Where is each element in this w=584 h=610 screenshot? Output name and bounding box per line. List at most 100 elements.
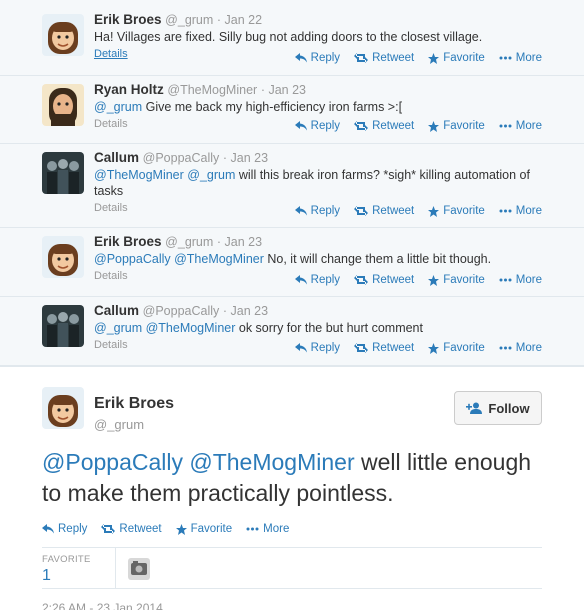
star-icon <box>428 52 440 64</box>
retweet-button[interactable]: Retweet <box>101 523 162 535</box>
retweet-button[interactable]: Retweet <box>354 52 414 64</box>
tweet-date[interactable]: · Jan 23 <box>217 235 262 249</box>
reply-button[interactable]: Reply <box>294 342 340 354</box>
reply-icon <box>294 121 307 131</box>
mention-link[interactable]: @TheMogMiner @_grum <box>94 168 235 182</box>
retweet-icon <box>354 121 369 131</box>
tweet-timestamp[interactable]: 2:26 AM - 23 Jan 2014 <box>42 601 163 610</box>
reply-button[interactable]: Reply <box>294 274 340 286</box>
retweet-icon <box>354 206 369 216</box>
tweet-text: Ha! Villages are fixed. Silly bug not ad… <box>94 30 483 44</box>
author-name[interactable]: Ryan Holtz <box>94 82 164 97</box>
favorite-button[interactable]: Favorite <box>428 52 485 64</box>
more-dots-icon <box>499 124 512 128</box>
avatar[interactable] <box>42 305 84 347</box>
author-name[interactable]: Callum <box>94 303 139 318</box>
tweet-text: @_grum Give me back my high-efficiency i… <box>94 100 403 114</box>
thread-tweet[interactable]: Callum @PoppaCally · Jan 23 @_grum @TheM… <box>0 297 584 366</box>
tweet-actions: Reply Retweet Favorite More <box>294 342 542 354</box>
tweet-text: @TheMogMiner @_grum will this break iron… <box>94 168 530 198</box>
more-button[interactable]: More <box>499 52 542 64</box>
avatar[interactable] <box>42 152 84 194</box>
more-button[interactable]: More <box>246 523 289 535</box>
reply-icon <box>42 524 54 534</box>
retweet-icon <box>354 275 369 285</box>
reply-button[interactable]: Reply <box>294 205 340 217</box>
tweet-date[interactable]: · Jan 23 <box>261 83 306 97</box>
tweet-actions: Reply Retweet Favorite More <box>294 120 542 132</box>
favorite-stat[interactable]: FAVORITE 1 <box>42 548 116 588</box>
retweet-button[interactable]: Retweet <box>354 342 414 354</box>
tweet-text: @_grum @TheMogMiner ok sorry for the but… <box>94 321 423 335</box>
thread-tweet[interactable]: Erik Broes @_grum · Jan 23 @PoppaCally @… <box>0 228 584 297</box>
star-icon <box>428 120 440 132</box>
tweet-actions: Reply Retweet Favorite More <box>294 205 542 217</box>
tweet-text: @PoppaCally @TheMogMiner No, it will cha… <box>94 252 492 266</box>
tweet-date[interactable]: · Jan 23 <box>223 151 268 165</box>
thread-tweet[interactable]: Ryan Holtz @TheMogMiner · Jan 23 @_grum … <box>0 76 584 144</box>
more-dots-icon <box>499 346 512 350</box>
avatar[interactable] <box>42 14 84 56</box>
mention-link[interactable]: @PoppaCally @TheMogMiner <box>42 449 355 475</box>
more-dots-icon <box>499 209 512 213</box>
favoriter-avatar[interactable] <box>128 558 150 580</box>
favorite-count[interactable]: 1 <box>42 567 51 585</box>
tweet-actions: Reply Retweet Favorite More <box>294 274 542 286</box>
author-handle[interactable]: @_grum <box>165 13 213 27</box>
retweet-icon <box>101 524 116 534</box>
author-name[interactable]: Erik Broes <box>94 12 162 27</box>
retweet-button[interactable]: Retweet <box>354 274 414 286</box>
favorite-button[interactable]: Favorite <box>428 274 485 286</box>
reply-icon <box>294 275 307 285</box>
author-handle[interactable]: @TheMogMiner <box>167 83 257 97</box>
follow-button[interactable]: Follow <box>454 391 542 425</box>
more-button[interactable]: More <box>499 342 542 354</box>
avatar[interactable] <box>42 84 84 126</box>
retweet-button[interactable]: Retweet <box>354 205 414 217</box>
thread-tweet[interactable]: Callum @PoppaCally · Jan 23 @TheMogMiner… <box>0 144 584 228</box>
reply-icon <box>294 206 307 216</box>
retweet-icon <box>354 343 369 353</box>
reply-icon <box>294 53 307 63</box>
author-name[interactable]: Erik Broes <box>94 395 174 413</box>
more-button[interactable]: More <box>499 274 542 286</box>
add-user-icon <box>466 402 483 414</box>
thread-tweet[interactable]: Erik Broes @_grum · Jan 22 Ha! Villages … <box>0 0 584 76</box>
retweet-button[interactable]: Retweet <box>354 120 414 132</box>
avatar[interactable] <box>42 236 84 278</box>
reply-button[interactable]: Reply <box>294 120 340 132</box>
tweet-stats: FAVORITE 1 <box>42 547 542 589</box>
more-button[interactable]: More <box>499 205 542 217</box>
author-name[interactable]: Callum <box>94 150 139 165</box>
more-dots-icon <box>246 527 259 531</box>
author-handle[interactable]: @_grum <box>94 417 144 432</box>
tweet-actions: Reply Retweet Favorite More <box>294 52 542 64</box>
star-icon <box>428 342 440 354</box>
reply-icon <box>294 343 307 353</box>
favorite-button[interactable]: Favorite <box>428 205 485 217</box>
star-icon <box>175 523 187 535</box>
favorite-button[interactable]: Favorite <box>175 523 232 535</box>
favorite-button[interactable]: Favorite <box>428 120 485 132</box>
author-handle[interactable]: @PoppaCally <box>143 304 220 318</box>
favorite-button[interactable]: Favorite <box>428 342 485 354</box>
more-dots-icon <box>499 56 512 60</box>
retweet-icon <box>354 53 369 63</box>
more-button[interactable]: More <box>499 120 542 132</box>
reply-button[interactable]: Reply <box>294 52 340 64</box>
favorite-stat-label: FAVORITE <box>42 554 91 565</box>
tweet-text: @PoppaCally @TheMogMiner well little eno… <box>42 449 532 506</box>
tweet-date[interactable]: · Jan 22 <box>217 13 262 27</box>
author-handle[interactable]: @PoppaCally <box>143 151 220 165</box>
tweet-actions: Reply Retweet Favorite More <box>42 523 289 535</box>
reply-button[interactable]: Reply <box>42 523 87 535</box>
focused-tweet: Erik Broes @_grum Follow @PoppaCally @Th… <box>0 366 584 610</box>
tweet-date[interactable]: · Jan 23 <box>223 304 268 318</box>
mention-link[interactable]: @_grum @TheMogMiner <box>94 321 235 335</box>
author-name[interactable]: Erik Broes <box>94 234 162 249</box>
more-dots-icon <box>499 278 512 282</box>
author-handle[interactable]: @_grum <box>165 235 213 249</box>
mention-link[interactable]: @PoppaCally @TheMogMiner <box>94 252 264 266</box>
mention-link[interactable]: @_grum <box>94 100 142 114</box>
avatar[interactable] <box>42 387 84 429</box>
